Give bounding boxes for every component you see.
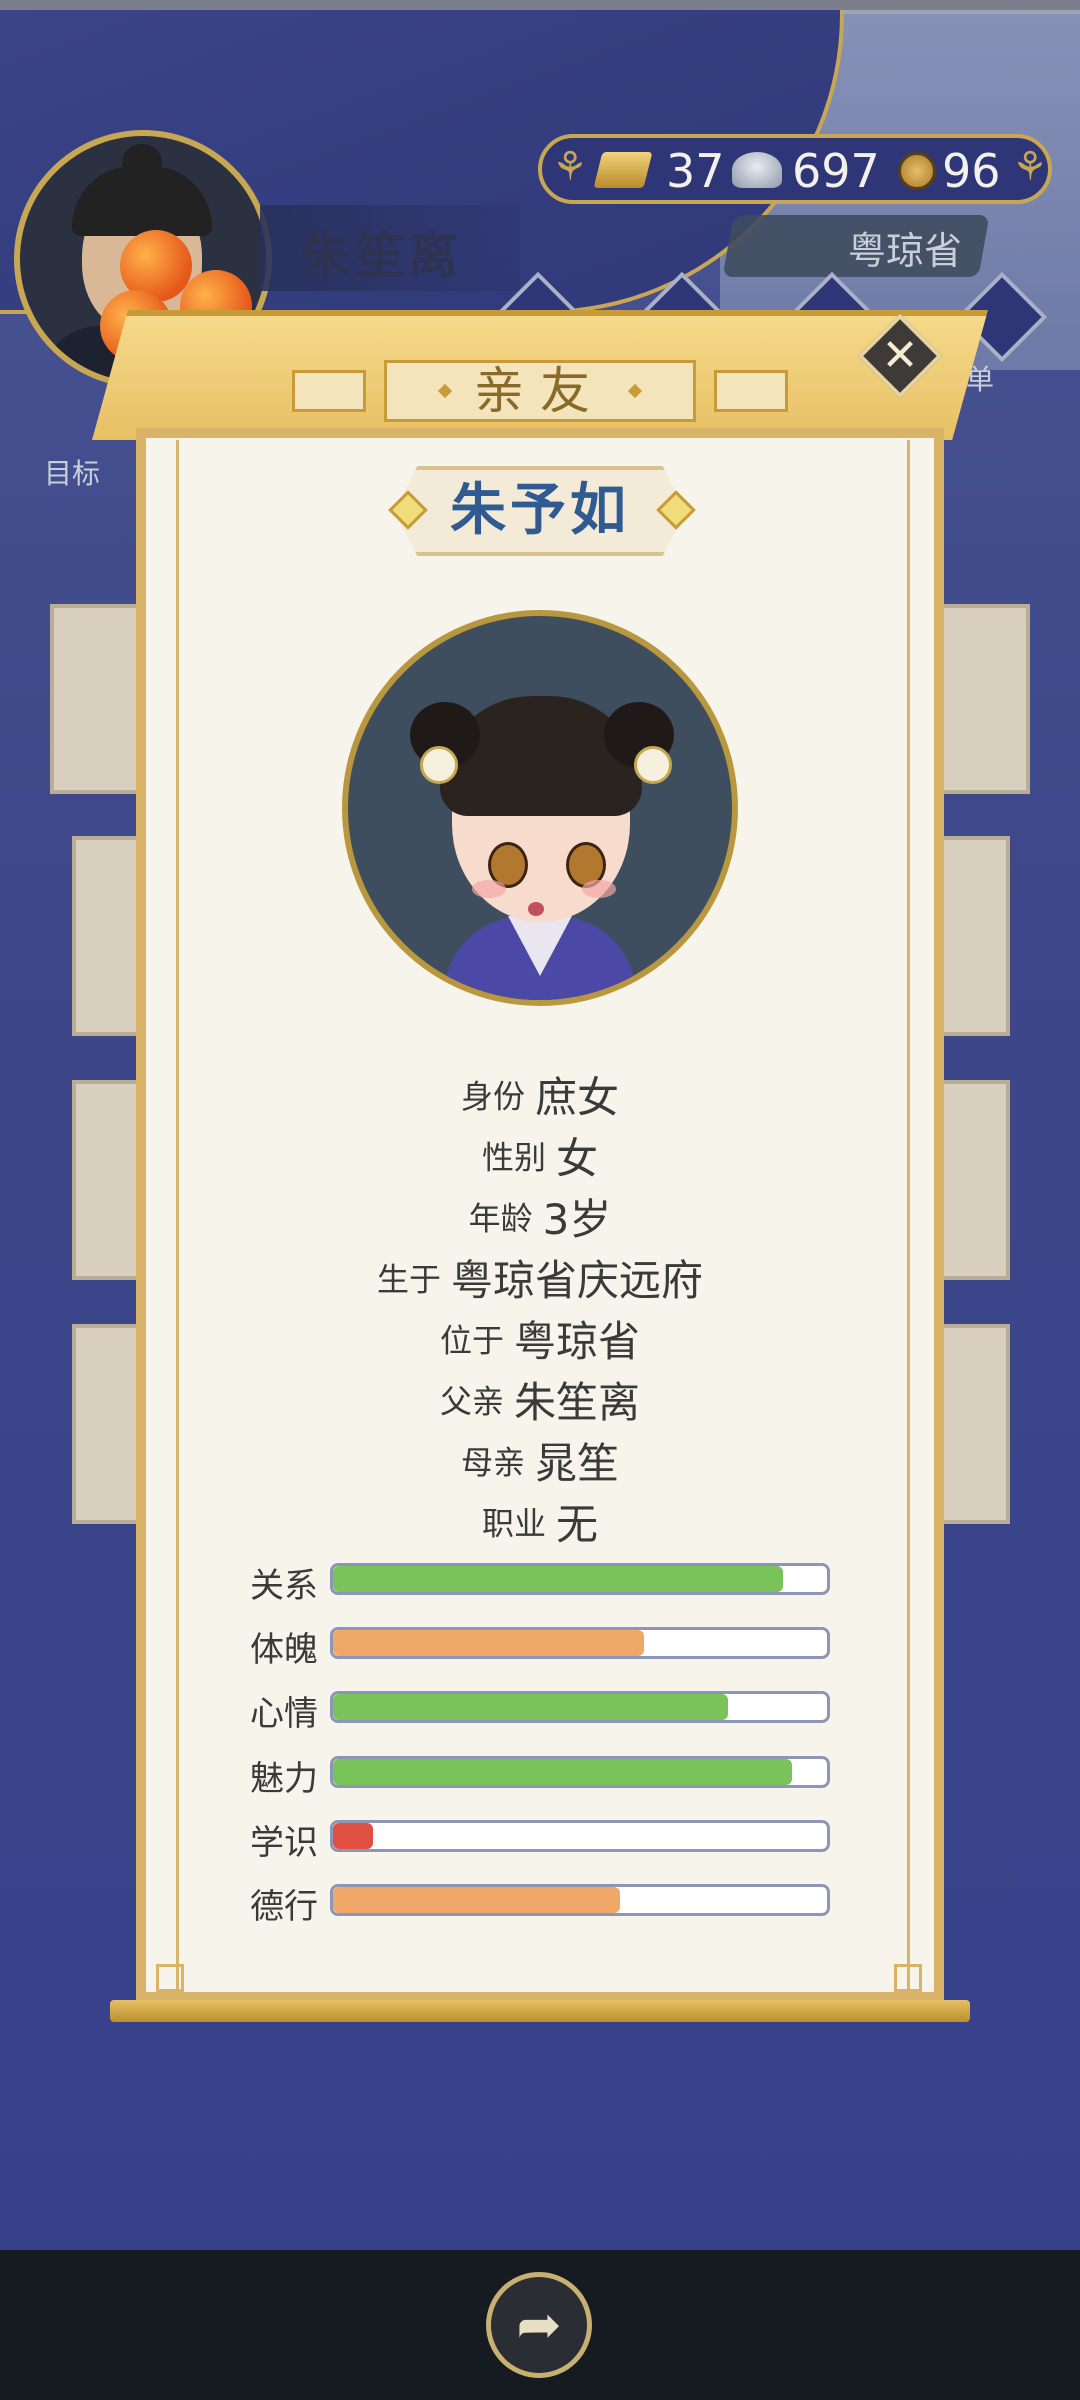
info-value: 晁笙	[535, 1439, 620, 1488]
info-label: 位于	[439, 1321, 504, 1360]
info-value: 无	[556, 1500, 599, 1549]
share-button[interactable]: ➦	[486, 2272, 592, 2378]
bamboo-icon: ⚘	[552, 144, 588, 190]
right-panel	[940, 836, 1010, 1036]
portrait-blush	[472, 880, 506, 898]
info-value: 粤琼省	[514, 1317, 641, 1366]
stat-bar-charm	[330, 1756, 830, 1788]
character-portrait	[342, 610, 738, 1006]
avatar-bun	[122, 144, 162, 180]
info-row-father: 父亲 朱笙离	[176, 1369, 904, 1430]
copper-coin-icon	[898, 152, 936, 190]
stat-label-charm: 魅力	[250, 1759, 318, 1799]
info-label: 生于	[376, 1260, 441, 1299]
gold-ingot-icon	[593, 152, 653, 188]
right-panel	[940, 1080, 1010, 1280]
stat-fill	[333, 1630, 645, 1656]
right-panel	[940, 1324, 1010, 1524]
left-panel	[72, 1080, 142, 1280]
info-row-gender: 性别女	[176, 1125, 904, 1186]
character-name: 朱予如	[450, 478, 630, 543]
stat-label-virtue: 德行	[250, 1887, 318, 1927]
info-label: 性别	[481, 1138, 546, 1177]
close-icon[interactable]: ✕	[870, 326, 930, 386]
info-label: 身份	[460, 1077, 525, 1116]
coin-amount: 96	[942, 144, 1001, 198]
header-panel-right	[714, 370, 788, 412]
info-value: 粤琼省庆远府	[451, 1256, 704, 1305]
stat-bar-physique	[330, 1627, 830, 1659]
stat-label-mood: 心情	[250, 1694, 318, 1734]
stat-label-physique: 体魄	[250, 1630, 318, 1670]
gold-amount: 37	[666, 144, 725, 198]
location-label[interactable]: 粤琼省	[848, 220, 962, 275]
stat-fill	[333, 1566, 783, 1592]
stat-label-learning: 学识	[250, 1823, 318, 1863]
stat-fill	[333, 1887, 620, 1913]
info-value: 庶女	[535, 1073, 620, 1122]
info-value: 朱笙离	[514, 1378, 641, 1427]
stat-bar-relationship	[330, 1563, 830, 1595]
info-row-age: 年龄 3岁	[176, 1186, 904, 1247]
portrait-mouth	[528, 902, 544, 916]
info-row-occupation: 职业无	[176, 1491, 904, 1552]
player-name[interactable]: 朱笙离	[300, 216, 462, 288]
info-row-mother: 母亲 晁笙	[176, 1430, 904, 1491]
corner-ornament	[156, 1964, 184, 1992]
info-label: 母亲	[460, 1443, 525, 1482]
stat-fill	[333, 1823, 373, 1849]
portrait-blush	[582, 880, 616, 898]
bamboo-icon: ⚘	[1012, 144, 1048, 190]
flower-icon	[634, 746, 672, 784]
stat-bar-virtue	[330, 1884, 830, 1916]
info-label: 年龄	[468, 1199, 533, 1238]
left-panel	[72, 1324, 142, 1524]
info-label: 职业	[481, 1504, 546, 1543]
silver-amount: 697	[792, 144, 880, 198]
silver-ingot-icon	[732, 152, 782, 188]
stat-fill	[333, 1759, 793, 1785]
left-panel	[72, 836, 142, 1036]
stat-label-relationship: 关系	[250, 1566, 318, 1606]
info-row-birthplace: 生于 粤琼省庆远府	[176, 1247, 904, 1308]
stat-fill	[333, 1694, 729, 1720]
goal-label[interactable]: 目标	[44, 452, 100, 492]
info-value: 女	[556, 1134, 599, 1183]
stat-bar-learning	[330, 1820, 830, 1852]
currency-bar[interactable]: ⚘ 37 697 96 ⚘	[538, 134, 1052, 204]
modal-title: 亲友	[474, 362, 606, 420]
info-row-identity: 身份 庶女	[176, 1064, 904, 1125]
right-card	[940, 604, 1030, 794]
stat-bar-mood	[330, 1691, 830, 1723]
left-card	[50, 604, 140, 794]
share-icon: ➦	[516, 2293, 562, 2356]
header-panel-left	[292, 370, 366, 412]
info-row-location: 位于 粤琼省	[176, 1308, 904, 1369]
info-value: 3岁	[542, 1195, 612, 1244]
info-label: 父亲	[439, 1382, 504, 1421]
scroll-rod	[110, 2000, 970, 2022]
flower-icon	[420, 746, 458, 784]
corner-ornament	[894, 1964, 922, 1992]
